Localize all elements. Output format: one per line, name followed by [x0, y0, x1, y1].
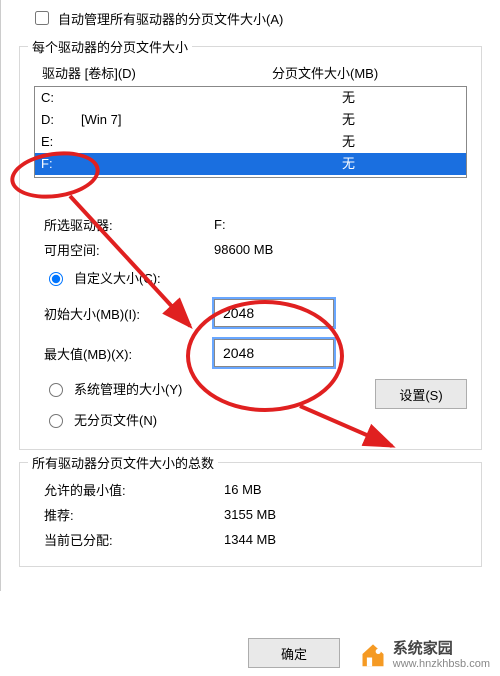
summary-group: 所有驱动器分页文件大小的总数 允许的最小值: 16 MB 推荐: 3155 MB…: [19, 462, 482, 567]
house-icon: [359, 640, 387, 668]
watermark-url: www.hnzkhbsb.com: [393, 658, 490, 670]
drive-letter: D:: [35, 109, 81, 131]
free-space-value: 98600 MB: [214, 242, 467, 257]
drive-row[interactable]: F: 无: [35, 153, 466, 175]
custom-size-label: 自定义大小(C):: [74, 268, 161, 287]
drive-label: [81, 131, 271, 153]
auto-manage-label: 自动管理所有驱动器的分页文件大小(A): [58, 9, 283, 28]
drive-page: 无: [271, 87, 466, 109]
drive-row[interactable]: D:[Win 7]无: [35, 109, 466, 131]
system-managed-radio[interactable]: [49, 383, 63, 397]
summary-group-title: 所有驱动器分页文件大小的总数: [28, 453, 218, 472]
drive-label: [81, 153, 271, 175]
per-drive-group: 每个驱动器的分页文件大小 驱动器 [卷标](D) 分页文件大小(MB) C:无D…: [19, 46, 482, 450]
custom-size-radio[interactable]: [49, 272, 63, 286]
system-managed-label: 系统管理的大小(Y): [74, 379, 182, 398]
set-button[interactable]: 设置(S): [375, 379, 467, 409]
drive-row[interactable]: C: 无: [35, 87, 466, 109]
ok-button[interactable]: 确定: [248, 638, 340, 668]
selected-drive-label: 所选驱动器:: [44, 215, 214, 234]
watermark-brand: 系统家园: [393, 637, 490, 658]
initial-size-input[interactable]: [214, 299, 334, 327]
max-size-label: 最大值(MB)(X):: [44, 344, 214, 363]
col-header-page: 分页文件大小(MB): [272, 63, 467, 82]
no-paging-label: 无分页文件(N): [74, 410, 157, 429]
drive-letter: C:: [35, 87, 81, 109]
allocated-value: 1344 MB: [224, 532, 467, 547]
free-space-label: 可用空间:: [44, 240, 214, 259]
drive-letter: E:: [35, 131, 81, 153]
drive-list[interactable]: C:无D:[Win 7]无E:无F:无: [34, 86, 467, 178]
drive-page: 无: [271, 131, 466, 153]
recommended-label: 推荐:: [44, 505, 224, 524]
auto-manage-checkbox[interactable]: [35, 11, 49, 25]
max-size-input[interactable]: [214, 339, 334, 367]
min-allowed-label: 允许的最小值:: [44, 480, 224, 499]
watermark: 系统家园 www.hnzkhbsb.com: [355, 635, 494, 672]
per-drive-group-title: 每个驱动器的分页文件大小: [28, 37, 192, 56]
min-allowed-value: 16 MB: [224, 482, 467, 497]
col-header-drive: 驱动器 [卷标](D): [42, 63, 272, 82]
drive-label: [81, 87, 271, 109]
recommended-value: 3155 MB: [224, 507, 467, 522]
drive-label: [Win 7]: [81, 109, 271, 131]
allocated-label: 当前已分配:: [44, 530, 224, 549]
drive-page: 无: [271, 153, 466, 175]
no-paging-radio[interactable]: [49, 414, 63, 428]
drive-page: 无: [271, 109, 466, 131]
drive-letter: F:: [35, 153, 81, 175]
initial-size-label: 初始大小(MB)(I):: [44, 304, 214, 323]
selected-drive-value: F:: [214, 217, 467, 232]
drive-row[interactable]: E: 无: [35, 131, 466, 153]
